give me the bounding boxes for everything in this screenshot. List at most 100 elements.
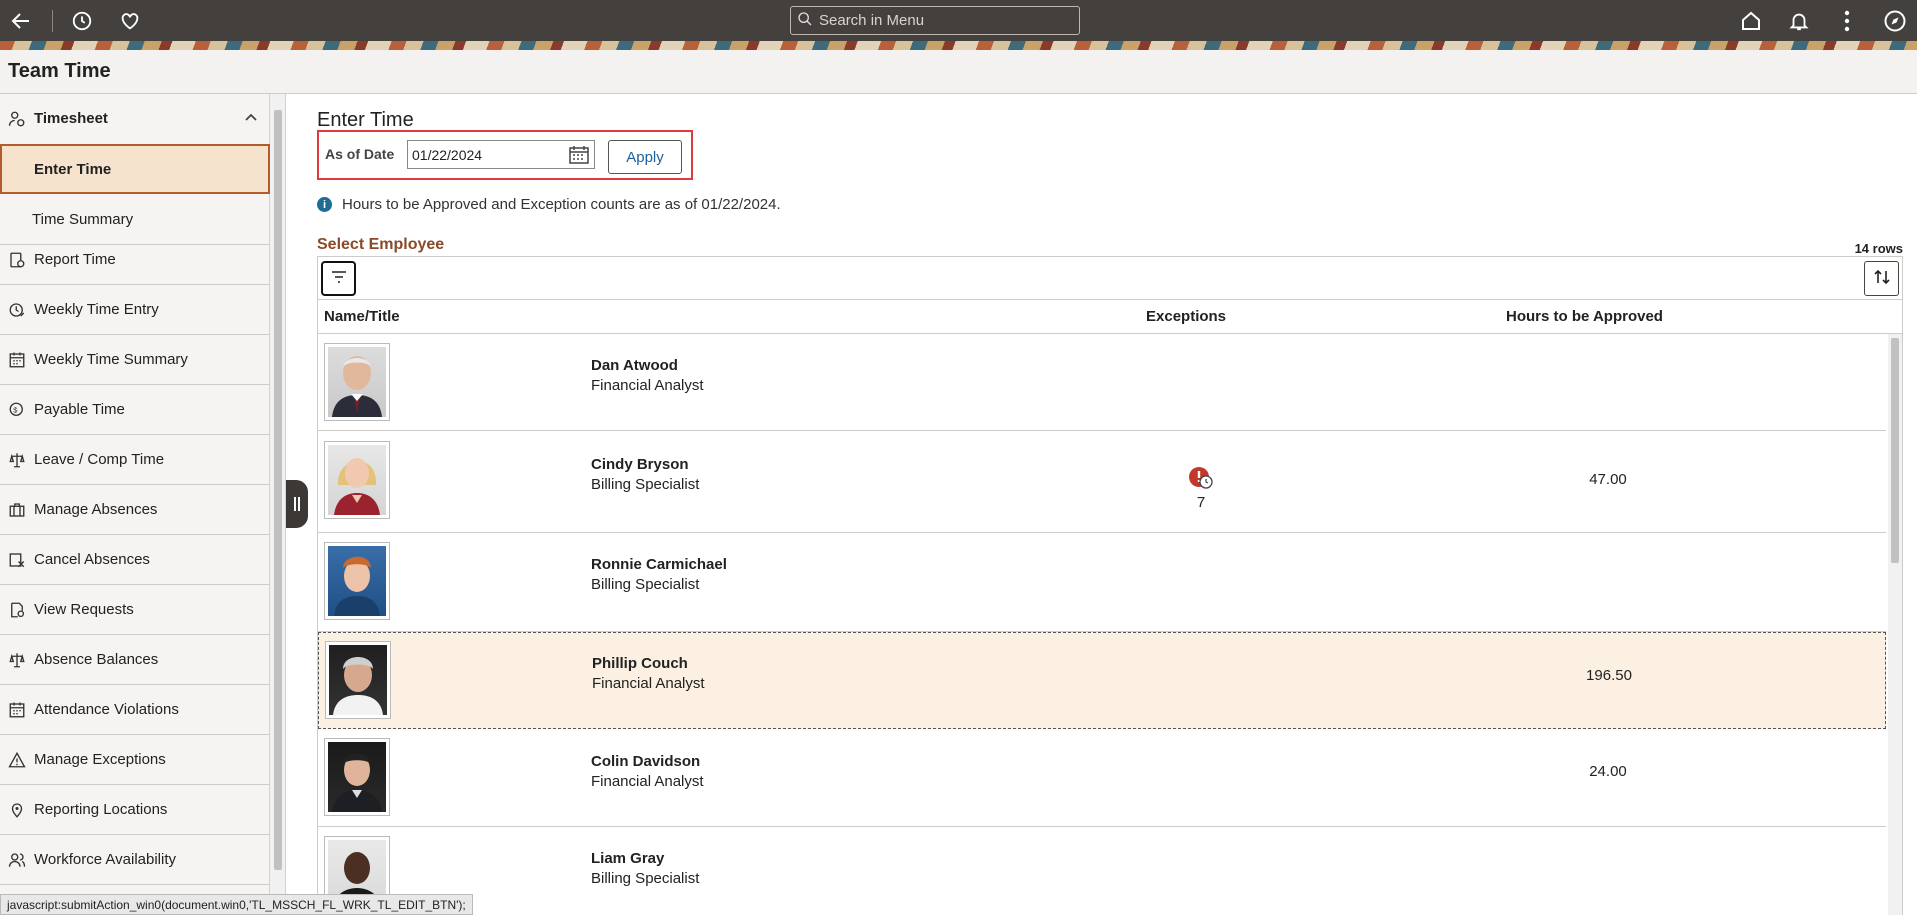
sidebar-scrollbar[interactable] — [270, 94, 286, 915]
employee-photo — [325, 641, 391, 719]
employee-name: Ronnie Carmichael — [591, 556, 727, 573]
apply-button[interactable]: Apply — [608, 140, 682, 174]
employee-name: Colin Davidson — [591, 753, 701, 770]
column-header-exceptions[interactable]: Exceptions — [1146, 308, 1226, 325]
filter-icon — [330, 270, 348, 288]
sidebar-group-timesheet[interactable]: Timesheet — [0, 94, 270, 143]
decorative-banner — [0, 41, 1917, 50]
scale-icon — [0, 451, 34, 469]
sidebar-item-label: Attendance Violations — [34, 701, 179, 718]
chevron-up-icon[interactable] — [244, 110, 258, 128]
favorites-heart-icon[interactable] — [115, 6, 145, 36]
employee-name: Cindy Bryson — [591, 456, 689, 473]
sidebar-item-label: Weekly Time Entry — [34, 301, 159, 318]
exceptions-indicator[interactable]: 7 — [1186, 466, 1216, 511]
calendar-x-icon — [0, 551, 34, 569]
page-header: Team Time — [0, 50, 1917, 94]
history-icon[interactable] — [67, 6, 97, 36]
sidebar-item-label: Workforce Availability — [34, 851, 177, 868]
as-of-date-input[interactable] — [408, 146, 558, 163]
sidebar-group-label: Timesheet — [34, 110, 108, 127]
sidebar-item-label: View Requests — [34, 601, 134, 618]
employee-photo — [324, 542, 390, 620]
employee-title: Billing Specialist — [591, 476, 700, 493]
sidebar-item-label: Reporting Locations — [34, 801, 168, 818]
sidebar-item-payable-time[interactable]: $ Payable Time — [0, 385, 270, 435]
search-icon — [797, 11, 813, 31]
row-count: 14 rows — [1854, 241, 1903, 256]
grid-toolbar — [318, 257, 1902, 300]
sidebar-item-label: Report Time — [34, 251, 116, 268]
employee-title: Financial Analyst — [591, 773, 704, 790]
column-header-hours[interactable]: Hours to be Approved — [1506, 308, 1663, 325]
sidebar-item-manage-absences[interactable]: Manage Absences — [0, 485, 270, 535]
divider — [52, 10, 53, 32]
person-clock-icon — [0, 110, 34, 128]
table-row[interactable]: Ronnie Carmichael Billing Specialist — [318, 533, 1886, 632]
briefcase-icon — [0, 501, 34, 519]
sidebar-item-absence-balances[interactable]: Absence Balances — [0, 635, 270, 685]
sidebar-item-weekly-time-entry[interactable]: Weekly Time Entry — [0, 285, 270, 335]
clipboard-clock-icon — [0, 251, 34, 269]
calendar-grid-icon — [0, 701, 34, 719]
table-row[interactable]: Liam Gray Billing Specialist — [318, 827, 1886, 915]
filter-button[interactable] — [321, 261, 356, 296]
sidebar-item-enter-time[interactable]: Enter Time — [0, 144, 270, 194]
sidebar-item-label: Cancel Absences — [34, 551, 150, 568]
browser-status-bar: javascript:submitAction_win0(document.wi… — [0, 894, 473, 915]
table-row[interactable]: Cindy Bryson Billing Specialist 7 47.00 — [318, 431, 1886, 533]
employee-name: Phillip Couch — [592, 655, 688, 672]
column-header-name[interactable]: Name/Title — [324, 308, 400, 325]
sort-button[interactable] — [1864, 261, 1899, 296]
sidebar-item-report-time[interactable]: Report Time — [0, 235, 270, 285]
sidebar-item-attendance-violations[interactable]: Attendance Violations — [0, 685, 270, 735]
sidebar-item-label: Manage Absences — [34, 501, 158, 518]
sidebar-item-leave-comp-time[interactable]: Leave / Comp Time — [0, 435, 270, 485]
sidebar-navigation: Timesheet Enter Time Time Summary Report… — [0, 94, 270, 915]
table-row[interactable]: Colin Davidson Financial Analyst 24.00 — [318, 729, 1886, 827]
scale-icon — [0, 651, 34, 669]
people-icon — [0, 851, 34, 869]
calendar-grid-icon — [0, 351, 34, 369]
sidebar-item-manage-exceptions[interactable]: Manage Exceptions — [0, 735, 270, 785]
sidebar-item-weekly-time-summary[interactable]: Weekly Time Summary — [0, 335, 270, 385]
money-clock-icon: $ — [0, 401, 34, 419]
employee-name: Liam Gray — [591, 850, 665, 867]
main-content: Enter Time As of Date Apply i Hours to b… — [286, 94, 1917, 915]
svg-text:$: $ — [13, 405, 18, 414]
grid-header-row: Name/Title Exceptions Hours to be Approv… — [318, 300, 1902, 334]
search-input[interactable] — [819, 12, 1069, 29]
info-text: Hours to be Approved and Exception count… — [342, 196, 781, 213]
table-row-selected[interactable]: Phillip Couch Financial Analyst 196.50 — [318, 632, 1886, 729]
bell-icon[interactable] — [1784, 6, 1814, 36]
table-row[interactable]: Dan Atwood Financial Analyst — [318, 334, 1886, 431]
sidebar-item-workforce-availability[interactable]: Workforce Availability — [0, 835, 270, 885]
compass-icon[interactable] — [1880, 6, 1910, 36]
hours-to-approve: 196.50 — [1586, 667, 1632, 684]
sidebar-item-cancel-absences[interactable]: Cancel Absences — [0, 535, 270, 585]
warning-triangle-icon — [0, 751, 34, 769]
home-icon[interactable] — [1736, 6, 1766, 36]
scrollbar-thumb[interactable] — [274, 110, 282, 870]
employee-name: Dan Atwood — [591, 357, 678, 374]
as-of-date-label: As of Date — [325, 146, 395, 162]
calendar-icon[interactable] — [568, 145, 590, 165]
sidebar-item-reporting-locations[interactable]: Reporting Locations — [0, 785, 270, 835]
sidebar-item-label: Leave / Comp Time — [34, 451, 165, 468]
search-menu-field[interactable] — [790, 6, 1080, 35]
kebab-menu-icon[interactable] — [1832, 6, 1862, 36]
grid-scrollbar[interactable] — [1888, 334, 1902, 915]
sidebar-item-label: Enter Time — [34, 160, 112, 178]
employee-title: Billing Specialist — [591, 576, 700, 593]
clock-pencil-icon — [0, 301, 34, 319]
location-pin-icon — [0, 801, 34, 819]
as-of-date-field[interactable] — [407, 140, 595, 169]
scrollbar-thumb[interactable] — [1891, 338, 1899, 563]
employee-photo — [324, 738, 390, 816]
sidebar-item-label: Time Summary — [32, 211, 134, 228]
grid-rows: Dan Atwood Financial Analyst Cindy Bryso… — [318, 334, 1902, 915]
select-employee-title: Select Employee — [317, 236, 445, 253]
employee-title: Billing Specialist — [591, 870, 700, 887]
sidebar-item-view-requests[interactable]: View Requests — [0, 585, 270, 635]
back-arrow-icon[interactable] — [6, 6, 36, 36]
